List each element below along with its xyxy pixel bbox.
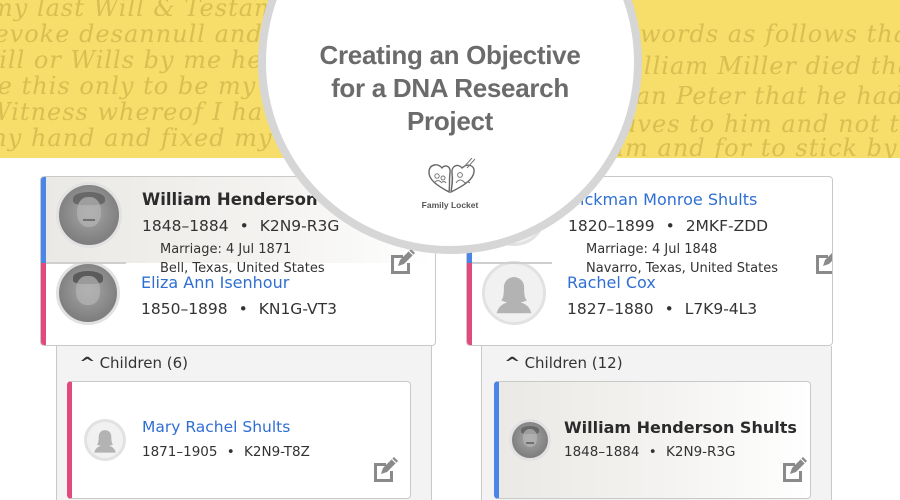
person-id: K2N9-R3G [666,444,736,460]
female-avatar-placeholder [482,261,546,325]
marriage-place: Bell, Texas, United States [160,261,325,276]
separator-dot: • [239,217,249,235]
children-toggle[interactable]: ^ Children (6) [79,354,189,372]
person-vitals: 1827–1880 • L7K9-4L3 [567,300,757,318]
title-line: for a DNA Research [331,73,569,103]
child-card[interactable]: Mary Rachel Shults 1871–1905 • K2N9-T8Z [67,381,411,499]
person-vitals: 1820–1899 • 2MKF-ZDD [568,217,768,235]
person-id: L7K9-4L3 [684,300,758,318]
marriage-info: Marriage: 4 Jul 1848 Navarro, Texas, Uni… [586,240,778,278]
person-vitals: 1871–1905 • K2N9-T8Z [142,444,310,460]
script-line: words as follows that abou [640,20,900,48]
divider [472,262,552,264]
lifespan: 1820–1899 [568,217,655,235]
script-line: man Peter that he had a l [612,82,900,110]
person-vitals: 1850–1898 • KN1G-VT3 [141,300,337,318]
person-id: KN1G-VT3 [258,300,337,318]
marriage-date: Marriage: 4 Jul 1871 [160,242,292,257]
portrait-photo [56,261,120,325]
children-toggle[interactable]: ^ Children (12) [504,354,623,372]
chevron-up-icon: ^ [504,354,521,372]
lifespan: 1848–1884 [142,217,229,235]
lifespan: 1848–1884 [564,444,640,460]
person-id: K2N9-T8Z [244,444,310,460]
person-id: K2N9-R3G [259,217,340,235]
person-name-link[interactable]: Hickman Monroe Shults [568,190,757,209]
family-locket-logo: Family Locket [410,157,490,210]
marriage-info: Marriage: 4 Jul 1871 Bell, Texas, United… [160,240,325,278]
edit-icon[interactable] [812,247,832,277]
divider [46,262,126,264]
heart-locket-icon [428,157,476,194]
female-avatar-placeholder [84,419,126,461]
chevron-up-icon: ^ [79,354,96,372]
separator-dot: • [226,444,235,460]
script-line: revoke desannull and de [0,20,303,48]
edit-icon[interactable] [387,247,417,277]
portrait-photo [509,419,551,461]
marriage-place: Navarro, Texas, United States [586,261,778,276]
person-vitals: 1848–1884 • K2N9-R3G [564,444,735,460]
separator-dot: • [238,300,248,318]
lifespan: 1871–1905 [142,444,218,460]
separator-dot: • [665,217,675,235]
person-name[interactable]: William Henderson Shults [564,418,797,437]
lifespan: 1827–1880 [567,300,654,318]
person-id: 2MKF-ZDD [685,217,769,235]
lifespan: 1850–1898 [141,300,228,318]
article-title: Creating an Objective for a DNA Research… [266,39,634,138]
title-line: Project [406,106,494,136]
title-line: Creating an Objective [319,40,581,70]
children-count-label: Children (12) [524,354,623,372]
children-section: ^ Children (12) William Henderson Shults … [481,346,832,500]
person-name-link[interactable]: Mary Rachel Shults [142,418,290,436]
child-card[interactable]: William Henderson Shults 1848–1884 • K2N… [494,381,811,499]
children-count-label: Children (6) [99,354,189,372]
edit-icon[interactable] [370,455,400,485]
person-vitals: 1848–1884 • K2N9-R3G [142,217,339,235]
separator-dot: • [664,300,674,318]
script-line: him and for to stick by him l [600,134,900,158]
edit-icon[interactable] [779,455,809,485]
children-section: ^ Children (6) Mary Rachel Shults 1871–19… [56,346,432,500]
logo-text: Family Locket [421,200,479,210]
separator-dot: • [648,444,657,460]
marriage-date: Marriage: 4 Jul 1848 [586,242,718,257]
portrait-photo [56,182,122,248]
script-line: William Miller died that [610,52,900,80]
